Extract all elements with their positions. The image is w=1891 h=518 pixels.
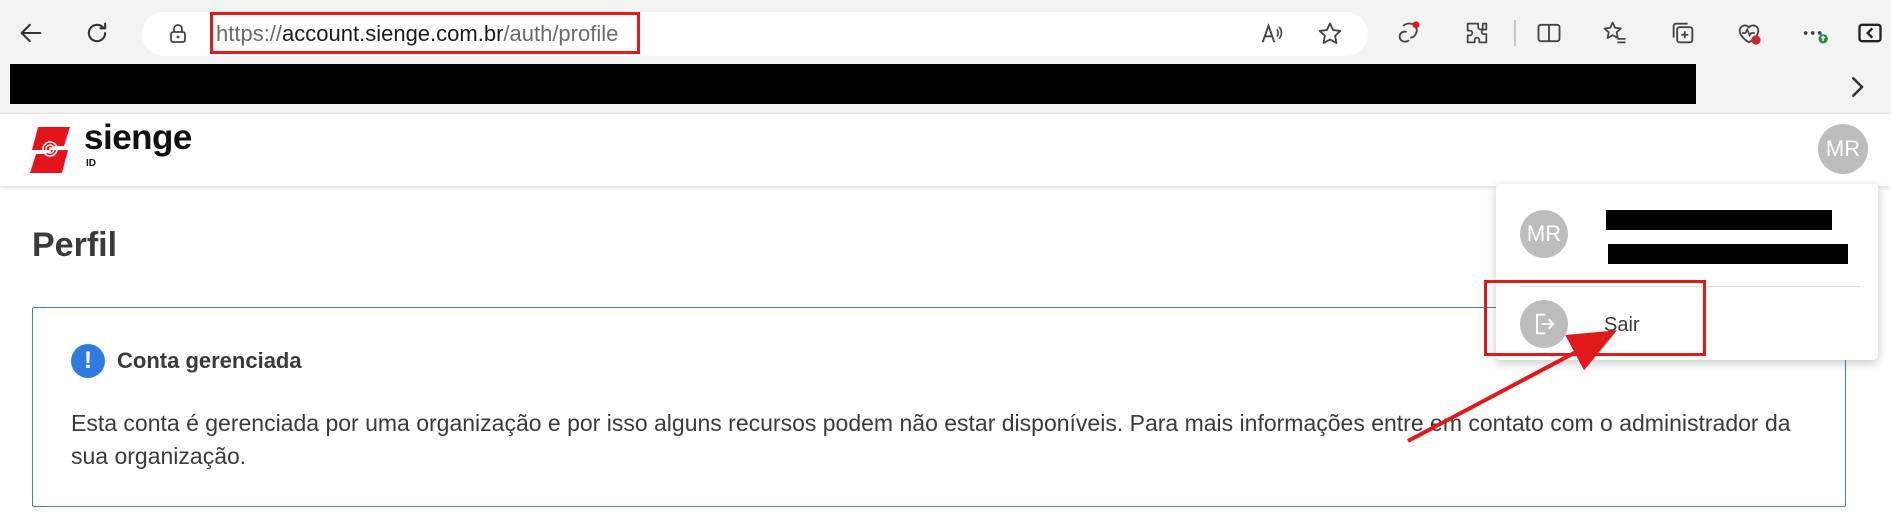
split-screen-icon[interactable] (1526, 10, 1572, 56)
url-annotation-box (210, 12, 640, 54)
browser-essentials-icon[interactable] (1726, 10, 1772, 56)
app-header: sienge ID MR (0, 114, 1891, 186)
page-title: Perfil (32, 226, 118, 264)
address-bar[interactable]: https://account.sienge.com.br/auth/profi… (142, 12, 1368, 56)
lock-icon[interactable] (166, 22, 190, 46)
logout-annotation-box (1484, 280, 1706, 356)
brand-subtitle: ID (86, 158, 96, 169)
notice-body: Esta conta é gerenciada por uma organiza… (71, 410, 1791, 469)
redacted-user-name (1606, 210, 1832, 230)
favorites-icon[interactable] (1592, 10, 1638, 56)
redacted-user-email (1608, 244, 1848, 264)
user-avatar-button[interactable]: MR (1818, 124, 1868, 174)
sienge-logo-icon[interactable] (24, 124, 76, 176)
refresh-icon[interactable] (74, 10, 120, 56)
copilot-icon[interactable] (1386, 10, 1432, 56)
toolbar-separator (1514, 20, 1516, 46)
collections-icon[interactable] (1660, 10, 1706, 56)
redacted-favorites (10, 64, 1696, 104)
browser-toolbar: https://account.sienge.com.br/auth/profi… (0, 0, 1891, 62)
back-icon[interactable] (8, 10, 54, 56)
favorite-star-icon[interactable] (1316, 20, 1344, 48)
sidebar-icon[interactable] (1850, 10, 1890, 56)
info-alert-icon: ! (71, 344, 105, 378)
menu-user-avatar: MR (1520, 210, 1568, 258)
extensions-icon[interactable] (1454, 10, 1500, 56)
brand-name: sienge (84, 118, 192, 157)
more-icon[interactable] (1792, 10, 1838, 56)
read-aloud-icon[interactable] (1258, 20, 1286, 48)
chevron-right-icon[interactable] (1842, 72, 1872, 102)
favorites-bar (0, 62, 1891, 114)
notice-title: Conta gerenciada (117, 348, 302, 373)
